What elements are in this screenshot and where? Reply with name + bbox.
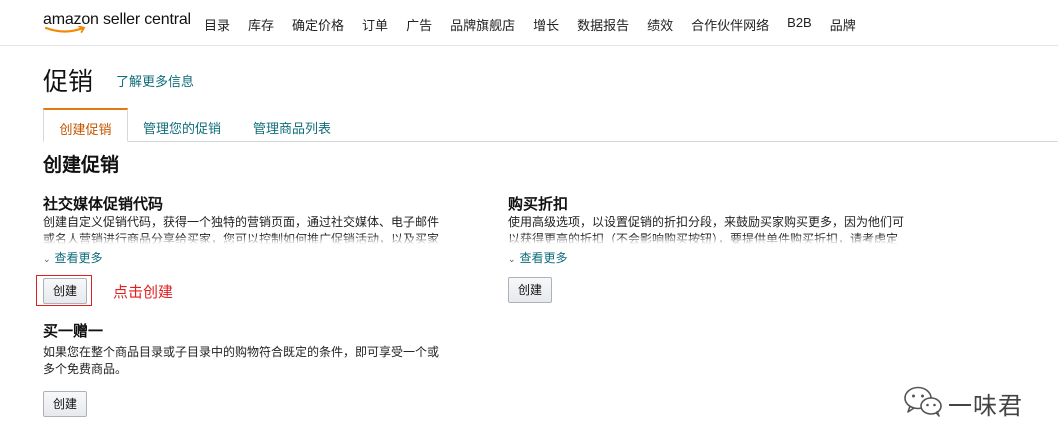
- nav-b2b[interactable]: B2B: [787, 15, 812, 34]
- tab-manage-product-list[interactable]: 管理商品列表: [253, 108, 331, 142]
- watermark-text: 一味君: [948, 392, 1023, 420]
- tab-manage-promotions[interactable]: 管理您的促销: [143, 108, 221, 142]
- section-title: 创建促销: [43, 155, 120, 176]
- bogo-title: 买一赠一: [43, 323, 104, 340]
- annotation-text: 点击创建: [113, 284, 174, 301]
- top-nav: amazon seller central 目录 库存 确定价格 订单 广告 品…: [0, 0, 1058, 46]
- description-fade: [508, 235, 938, 244]
- nav-orders[interactable]: 订单: [362, 15, 388, 34]
- wechat-icon: [904, 386, 942, 417]
- page-title: 促销: [43, 68, 94, 96]
- social-promo-desc-line1: 创建自定义促销代码，获得一个独特的营销页面，通过社交媒体、电子邮件: [43, 215, 440, 229]
- smile-arrow-icon: [45, 26, 86, 33]
- nav-partner-network[interactable]: 合作伙伴网络: [691, 15, 769, 34]
- purchase-discount-see-more-label: 查看更多: [519, 251, 568, 265]
- purchase-discount-see-more-link[interactable]: ⌄ 查看更多: [508, 249, 568, 266]
- tab-create-promotion[interactable]: 创建促销: [43, 108, 128, 142]
- nav-pricing[interactable]: 确定价格: [292, 15, 344, 34]
- nav-advertising[interactable]: 广告: [406, 15, 432, 34]
- social-promo-title: 社交媒体促销代码: [43, 196, 164, 213]
- description-fade: [43, 235, 473, 244]
- purchase-discount-title: 购买折扣: [508, 196, 569, 213]
- nav-stores[interactable]: 品牌旗舰店: [450, 15, 515, 34]
- tab-bar: 创建促销 管理您的促销 管理商品列表: [43, 108, 1058, 142]
- bogo-description: 如果您在整个商品目录或子目录中的购物符合既定的条件，即可享受一个或 多个免费商品…: [43, 344, 473, 380]
- amazon-seller-central-logo[interactable]: amazon seller central: [43, 11, 191, 41]
- annotation-highlight-box: [36, 275, 92, 306]
- bogo-create-button[interactable]: 创建: [43, 391, 87, 417]
- watermark: 一味君: [902, 384, 1032, 420]
- nav-brands[interactable]: 品牌: [830, 15, 856, 34]
- bogo-desc-line2: 多个免费商品。: [43, 362, 128, 376]
- nav-catalog[interactable]: 目录: [204, 15, 230, 34]
- learn-more-link[interactable]: 了解更多信息: [116, 71, 194, 90]
- social-see-more-label: 查看更多: [54, 251, 103, 265]
- chevron-down-icon: ⌄: [43, 254, 51, 264]
- nav-growth[interactable]: 增长: [533, 15, 559, 34]
- social-see-more-link[interactable]: ⌄ 查看更多: [43, 249, 103, 266]
- nav-inventory[interactable]: 库存: [248, 15, 274, 34]
- purchase-discount-create-button[interactable]: 创建: [508, 277, 552, 303]
- purchase-discount-desc-line1: 使用高级选项，以设置促销的折扣分段，来鼓励买家购买更多，因为他们可: [508, 215, 905, 229]
- main-nav: 目录 库存 确定价格 订单 广告 品牌旗舰店 增长 数据报告 绩效 合作伙伴网络…: [204, 15, 874, 34]
- nav-performance[interactable]: 绩效: [647, 15, 673, 34]
- chevron-down-icon: ⌄: [508, 254, 516, 264]
- nav-reports[interactable]: 数据报告: [577, 15, 629, 34]
- bogo-desc-line1: 如果您在整个商品目录或子目录中的购物符合既定的条件，即可享受一个或: [43, 345, 440, 359]
